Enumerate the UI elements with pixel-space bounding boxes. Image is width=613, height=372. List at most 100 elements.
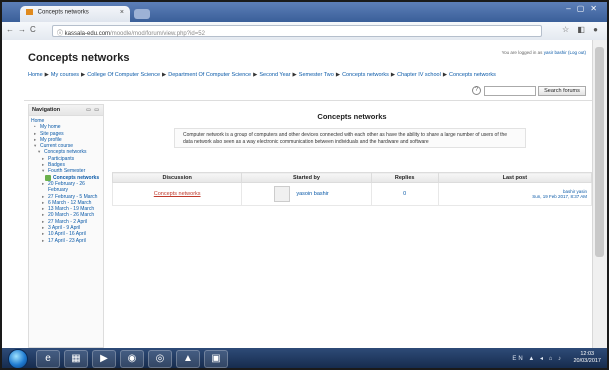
started-by-cell: yasoin bashir	[241, 182, 372, 206]
header-divider	[24, 100, 592, 101]
nav-item-label: 27 March - 2 April	[48, 218, 88, 225]
media-player-icon[interactable]: ▶	[92, 350, 116, 368]
browser-toolbar: ← → C ⓘ kassala-edu.com/moodle/mod/forum…	[2, 22, 607, 41]
vlc-icon[interactable]: ▲	[176, 350, 200, 368]
moodle-page: Concepts networks You are logged in as y…	[2, 40, 593, 348]
nav-item-label: 20 February - 26 February	[48, 180, 85, 194]
column-header-last-post[interactable]: Last post	[437, 172, 593, 183]
nav-item[interactable]: ▸ 20 February - 26 February	[31, 181, 101, 194]
nav-item-label: 10 April - 16 April	[48, 231, 86, 238]
nav-item-label: 3 April - 9 April	[48, 225, 81, 232]
login-prefix: You are logged in as	[501, 50, 543, 55]
app-icon[interactable]: ◎	[148, 350, 172, 368]
nav-item-label: Fourth Semester	[48, 168, 86, 175]
breadcrumb-separator-icon: ▶	[442, 72, 448, 78]
navigation-title: Navigation	[32, 107, 61, 113]
forward-icon[interactable]: →	[18, 25, 26, 34]
nav-item-label: Site pages	[40, 130, 64, 137]
reload-icon[interactable]: C	[30, 25, 36, 34]
started-by-link[interactable]: yasoin bashir	[296, 191, 328, 197]
window-icon[interactable]: ▣	[204, 350, 228, 368]
clock-date: 20/03/2017	[573, 358, 601, 364]
last-post-date-link[interactable]: Sun, 19 Feb 2017, 8:37 AM	[439, 194, 587, 200]
back-icon[interactable]: ←	[6, 25, 14, 34]
column-header-replies[interactable]: Replies	[370, 172, 439, 183]
breadcrumb-link[interactable]: Concepts networks	[449, 72, 496, 78]
system-tray[interactable]: EN ▲ ◂ ⌂ ♪	[512, 355, 563, 362]
breadcrumb-link[interactable]: College Of Computer Science	[87, 72, 160, 78]
url-host: kassala-edu.com	[64, 31, 111, 37]
taskbar-clock[interactable]: 12:03 20/03/2017	[573, 351, 601, 365]
breadcrumb-link[interactable]: Concepts networks	[342, 72, 389, 78]
table-row: Concepts networks yasoin bashir 0 bashir…	[111, 182, 593, 206]
chrome-icon[interactable]: ◉	[120, 350, 144, 368]
url-path: /moodle/mod/forum/view.php?id=52	[110, 31, 205, 37]
breadcrumb-link[interactable]: Chapter IV school	[397, 72, 441, 78]
breadcrumb-separator-icon: ▶	[44, 72, 49, 78]
column-header-discussion[interactable]: Discussion	[111, 172, 243, 183]
nav-item-label: Concepts networks	[53, 174, 100, 181]
nav-item-label: 6 March - 12 March	[48, 199, 92, 206]
logout-link[interactable]: (Log out)	[568, 50, 586, 55]
nav-item-label: Badges	[48, 162, 65, 169]
nav-item-label: Concepts networks	[44, 149, 87, 156]
nav-item-label: Home	[31, 118, 45, 124]
window-controls[interactable]: ‒▢✕	[566, 4, 603, 13]
search-input[interactable]	[484, 86, 536, 96]
breadcrumb-separator-icon: ▶	[390, 72, 396, 78]
replies-cell: 0	[370, 182, 439, 206]
clock-time: 12:03	[580, 351, 595, 357]
breadcrumb-link[interactable]: Home	[28, 72, 43, 78]
nav-item-label: My profile	[40, 136, 62, 143]
replies-count-link[interactable]: 0	[403, 191, 406, 197]
avatar[interactable]	[274, 186, 291, 202]
start-button-icon[interactable]	[8, 349, 28, 368]
breadcrumb-separator-icon: ▶	[253, 72, 258, 78]
forum-intro: Computer network is a group of computers…	[174, 128, 526, 148]
browser-tab[interactable]: Concepts networks ×	[20, 6, 130, 22]
moodle-favicon-icon	[26, 9, 33, 15]
navigation-tree: Home • My home ▸ Site pages ▸ My profile ▾ Curre…	[29, 116, 103, 246]
navigation-block-header: Navigation ▭ ▭	[29, 105, 103, 116]
help-icon[interactable]: ?	[472, 86, 481, 95]
forum-icon	[45, 174, 51, 181]
breadcrumb-link[interactable]: Semester Two	[299, 72, 334, 78]
nav-item-label: My home	[40, 124, 61, 131]
explorer-icon[interactable]: ▦	[64, 350, 88, 368]
extensions-icon[interactable]: ☆ ◧ ●	[562, 25, 601, 34]
new-tab-button[interactable]	[134, 9, 150, 19]
search-forums-button[interactable]: Search forums	[538, 86, 586, 96]
address-bar[interactable]: ⓘ kassala-edu.com/moodle/mod/forum/view.…	[52, 25, 542, 37]
forum-title: Concepts networks	[317, 112, 387, 121]
navigation-block: Navigation ▭ ▭ Home • My home ▸ Site pages ▸ M…	[28, 104, 104, 348]
breadcrumb-link[interactable]: Second Year	[259, 72, 290, 78]
ie-icon[interactable]: e	[36, 350, 60, 368]
tab-close-icon[interactable]: ×	[120, 9, 124, 16]
nav-item[interactable]: ▸ 17 April - 23 April	[31, 238, 101, 244]
nav-item-label: 27 February - 5 March	[48, 193, 98, 200]
screenshot-frame: Concepts networks × ‒▢✕ ← → C ⓘ kassala-…	[0, 0, 609, 370]
tab-title: Concepts networks	[37, 9, 89, 16]
breadcrumb-link[interactable]: My courses	[51, 72, 79, 78]
tree-arrow-icon[interactable]: ▸	[42, 238, 44, 244]
discussion-link[interactable]: Concepts networks	[154, 191, 201, 197]
nav-item-label: 20 March - 26 March	[48, 212, 95, 219]
breadcrumb-separator-icon: ▶	[81, 72, 86, 78]
breadcrumb-separator-icon: ▶	[335, 72, 341, 78]
login-user-link[interactable]: yasir bashir	[544, 50, 567, 55]
column-header-started-by[interactable]: Started by	[241, 172, 372, 183]
discussion-cell: Concepts networks	[111, 182, 243, 206]
breadcrumb: Home ▶ My courses ▶ College Of Computer Scie…	[28, 72, 496, 78]
windows-taskbar: e ▦ ▶ ◉ ◎ ▲ ▣ EN ▲ ◂ ⌂ ♪ 12:03 20/03/2017	[2, 348, 607, 368]
nav-item-label: 13 March - 19 March	[48, 206, 95, 213]
discussion-table: Discussion Started by Replies Last post …	[111, 172, 593, 206]
browser-tab-bar: Concepts networks × ‒▢✕	[2, 2, 607, 22]
nav-item-label: 17 April - 23 April	[48, 237, 86, 244]
site-title[interactable]: Concepts networks	[28, 52, 129, 64]
block-controls-icon[interactable]: ▭ ▭	[86, 107, 100, 113]
breadcrumb-separator-icon: ▶	[162, 72, 167, 78]
scrollbar-thumb[interactable]	[595, 47, 604, 257]
breadcrumb-separator-icon: ▶	[292, 72, 297, 78]
tree-arrow-icon[interactable]: ▸	[42, 181, 44, 187]
breadcrumb-link[interactable]: Department Of Computer Science	[168, 72, 251, 78]
